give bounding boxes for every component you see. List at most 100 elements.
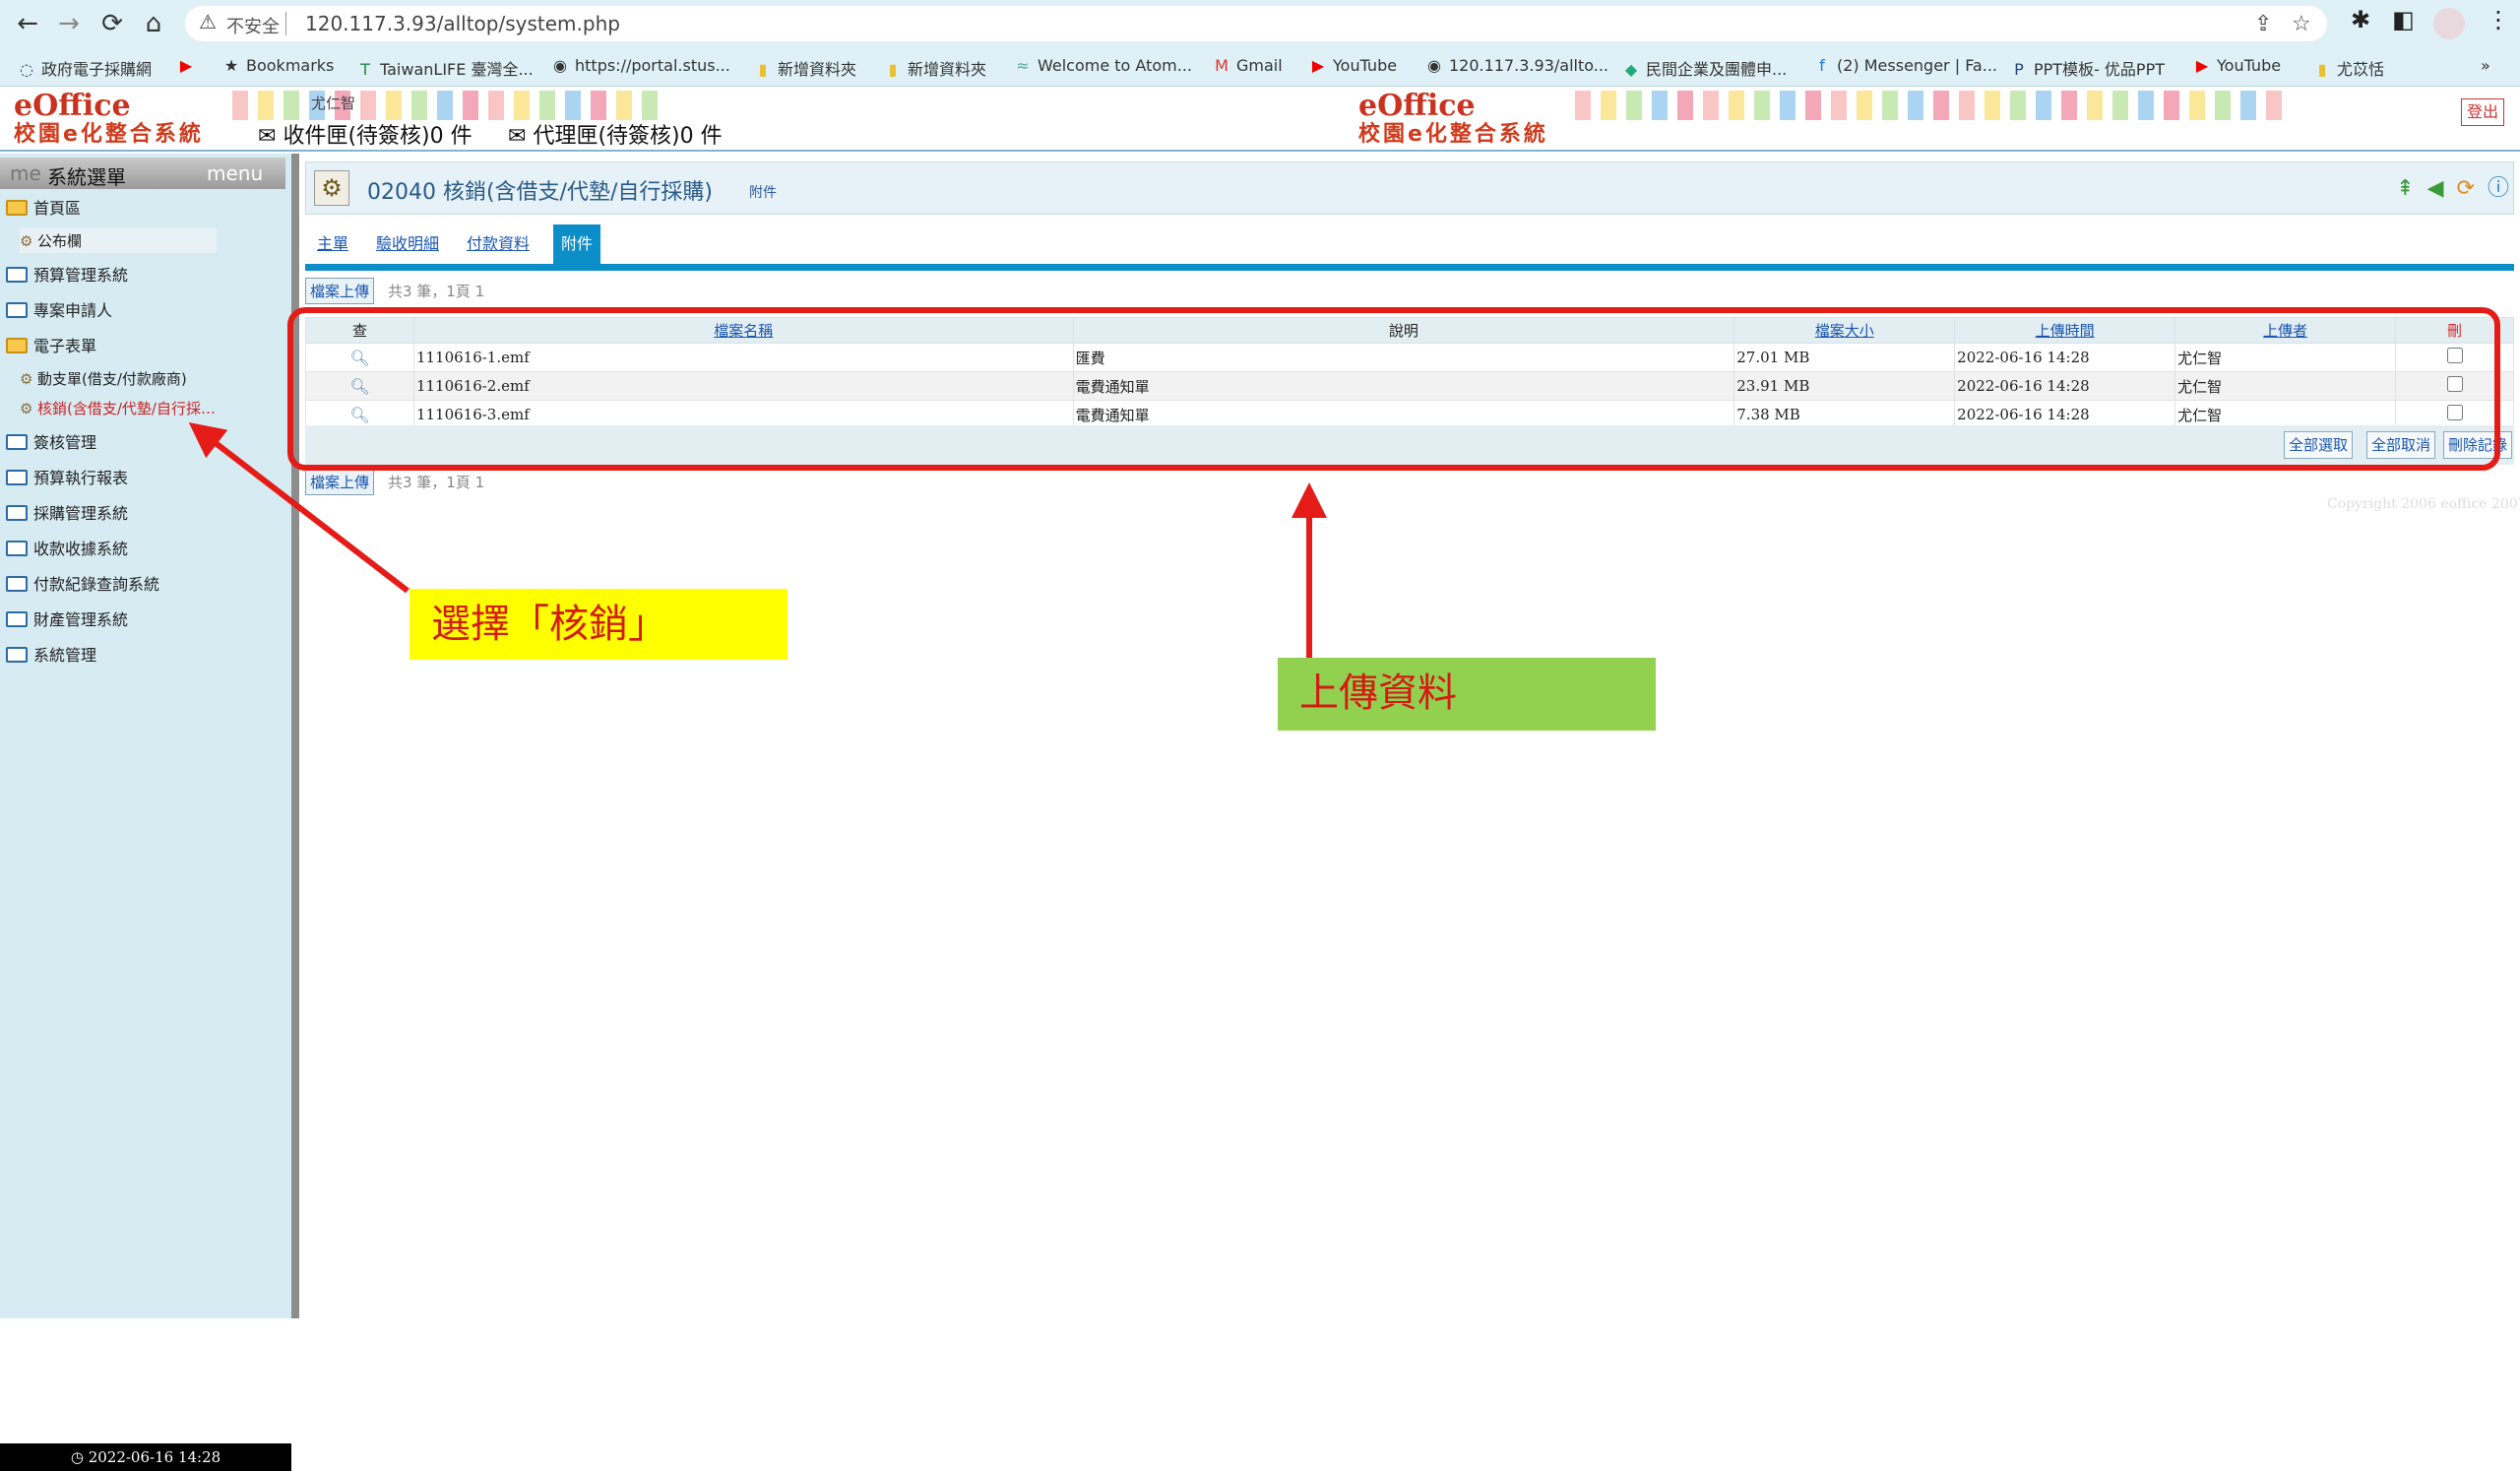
url-text[interactable]: 120.117.3.93/alltop/system.php bbox=[305, 12, 620, 35]
folder-icon bbox=[6, 434, 28, 450]
upload-button[interactable]: 檔案上傳 bbox=[305, 469, 375, 495]
sidebar-item-budget[interactable]: 預算管理系統 bbox=[6, 262, 128, 286]
facebook-icon: f bbox=[1819, 56, 1825, 75]
eoffice-logo-left: eOffice 校園e化整合系統 bbox=[14, 89, 204, 148]
refresh-icon[interactable]: ⟳ bbox=[2457, 176, 2475, 201]
taiwanlife-icon: T bbox=[360, 60, 370, 79]
bookmark-item[interactable]: T TaiwanLIFE 臺灣全... bbox=[356, 56, 534, 80]
home-icon[interactable]: ⌂ bbox=[136, 6, 171, 41]
color-stripe bbox=[232, 91, 667, 120]
envelope-icon: ✉ bbox=[508, 124, 527, 149]
sidebar-item-assets[interactable]: 財產管理系統 bbox=[6, 607, 128, 630]
tab-attachments[interactable]: 附件 bbox=[553, 224, 601, 264]
folder-icon: ▮ bbox=[2317, 60, 2327, 79]
profile-avatar[interactable] bbox=[2433, 8, 2465, 39]
folder-icon bbox=[6, 541, 28, 556]
bookmark-item[interactable]: ◉ 120.117.3.93/allto... bbox=[1425, 56, 1608, 75]
gmail-icon: M bbox=[1215, 56, 1228, 75]
annotation-highlight-frame bbox=[287, 307, 2500, 471]
logout-button[interactable]: 登出 bbox=[2461, 98, 2504, 126]
gear-icon: ⚙ bbox=[20, 400, 33, 417]
user-name: 尤仁智 bbox=[311, 95, 356, 112]
sidebar-subitem-expense-form[interactable]: ⚙ 動支單(借支/付款廠商) bbox=[20, 368, 217, 389]
folder-icon: ▮ bbox=[758, 60, 768, 79]
callout-select-settlement: 選擇「核銷」 bbox=[410, 589, 788, 660]
youtube-icon: ▶ bbox=[1311, 56, 1325, 75]
page-title: 02040 核銷(含借支/代墊/自行採購) bbox=[367, 180, 713, 205]
back-arrow-icon[interactable]: ◀ bbox=[2427, 176, 2444, 201]
back-icon[interactable]: ← bbox=[10, 6, 45, 41]
pager-top: 檔案上傳 共3 筆，1頁 1 bbox=[305, 278, 1634, 305]
youtube-icon: ▶ bbox=[2195, 56, 2209, 75]
sidebar-subitem-settlement[interactable]: ⚙ 核銷(含借支/代墊/自行採購) bbox=[20, 398, 217, 418]
bookmark-item[interactable]: ◉ https://portal.stus... bbox=[551, 56, 730, 75]
browser-menu-icon[interactable]: ⋮ bbox=[2487, 6, 2510, 33]
bookmark-item[interactable]: ≈ Welcome to Atom... bbox=[1014, 56, 1192, 75]
bookmark-item[interactable]: ▮ 尤苡恬 bbox=[2313, 56, 2384, 80]
folder-icon: ▮ bbox=[888, 60, 898, 79]
tab-bar: 主單 驗收明細 付款資料 附件 bbox=[305, 224, 2514, 266]
sidebar-item-approval[interactable]: 簽核管理 bbox=[6, 429, 96, 453]
pager-info: 共3 筆，1頁 1 bbox=[388, 283, 485, 300]
star-icon[interactable]: ☆ bbox=[2292, 12, 2311, 36]
sidebar-item-home[interactable]: 首頁區 bbox=[6, 195, 81, 219]
sidebar-item-receipts[interactable]: 收款收據系統 bbox=[6, 536, 128, 559]
address-bar[interactable]: ⚠ 不安全 120.117.3.93/alltop/system.php ⇪ ☆ bbox=[185, 6, 2327, 41]
insecure-label: 不安全 bbox=[226, 17, 280, 37]
page-subtitle: 附件 bbox=[749, 185, 777, 201]
bookmarks-bar: ◌ 政府電子採購網 ▶ ★ Bookmarks T TaiwanLIFE 臺灣全...… bbox=[0, 47, 2520, 87]
eoffice-header: eOffice 校園e化整合系統 尤仁智 ✉ 收件匣(待簽核)0 件 ✉ 代理匣… bbox=[0, 87, 2520, 152]
folder-icon bbox=[6, 470, 28, 485]
bookmarks-overflow[interactable]: » bbox=[2481, 56, 2490, 75]
folder-icon bbox=[6, 302, 28, 318]
sidebar-item-budget-report[interactable]: 預算執行報表 bbox=[6, 465, 128, 488]
bookmark-item[interactable]: ★ Bookmarks bbox=[222, 56, 335, 75]
eoffice-logo-right: eOffice 校園e化整合系統 bbox=[1358, 89, 1548, 148]
gear-icon: ⚙ bbox=[20, 232, 33, 250]
bookmark-item[interactable]: ▶ YouTube bbox=[2193, 56, 2281, 75]
folder-open-icon bbox=[6, 338, 28, 353]
bookmark-item[interactable]: ▶ bbox=[177, 56, 201, 75]
bookmark-item[interactable]: f (2) Messenger | Fa... bbox=[1813, 56, 1997, 75]
sidebar-clock: ◷ 2022-06-16 14:28 bbox=[0, 1443, 291, 1471]
sidebar-item-system-admin[interactable]: 系統管理 bbox=[6, 642, 96, 666]
bookmark-item[interactable]: ▮ 新增資料夾 bbox=[754, 56, 856, 80]
inbox-link[interactable]: ✉ 收件匣(待簽核)0 件 bbox=[258, 118, 472, 150]
ppt-icon: P bbox=[2014, 60, 2024, 79]
star-icon: ★ bbox=[223, 56, 239, 75]
browser-toolbar: ← → ⟳ ⌂ ⚠ 不安全 120.117.3.93/alltop/system… bbox=[0, 0, 2520, 47]
sidebar-item-e-forms[interactable]: 電子表單 bbox=[6, 333, 96, 356]
share-icon[interactable]: ⇪ bbox=[2254, 12, 2272, 36]
upload-top-icon[interactable]: ⇞ bbox=[2396, 176, 2414, 201]
reload-icon[interactable]: ⟳ bbox=[94, 6, 130, 41]
sidebar-item-project-applicant[interactable]: 專案申請人 bbox=[6, 297, 112, 321]
tab-underline bbox=[305, 264, 2514, 271]
forward-icon[interactable]: → bbox=[51, 6, 87, 41]
tab-main[interactable]: 主單 bbox=[309, 224, 356, 264]
warning-icon: ⚠ bbox=[199, 10, 217, 33]
sidebar-subitem-announcements[interactable]: ⚙ 公布欄 bbox=[20, 228, 217, 253]
globe-icon: ◉ bbox=[553, 56, 567, 75]
bookmark-item[interactable]: ▶ YouTube bbox=[1309, 56, 1397, 75]
bookmark-item[interactable]: ◆ 民間企業及團體申... bbox=[1622, 56, 1787, 80]
bookmark-item[interactable]: ▮ 新增資料夾 bbox=[884, 56, 986, 80]
clock-icon: ◷ bbox=[70, 1448, 84, 1466]
tab-acceptance[interactable]: 驗收明細 bbox=[368, 224, 447, 264]
upload-button[interactable]: 檔案上傳 bbox=[305, 278, 375, 304]
folder-icon bbox=[6, 576, 28, 592]
folder-icon bbox=[6, 267, 28, 283]
sidepanel-icon[interactable]: ◧ bbox=[2392, 6, 2415, 33]
sidebar-item-procurement[interactable]: 採購管理系統 bbox=[6, 500, 128, 524]
bookmark-item[interactable]: P PPT模板- 优品PPT bbox=[2010, 56, 2165, 80]
tab-payment[interactable]: 付款資料 bbox=[459, 224, 537, 264]
bookmark-item[interactable]: ◌ 政府電子採購網 bbox=[18, 56, 152, 80]
callout-upload-data: 上傳資料 bbox=[1278, 658, 1656, 731]
folder-open-icon bbox=[6, 200, 28, 216]
menu-toggle[interactable]: menu bbox=[207, 161, 263, 185]
help-icon[interactable]: ⓘ bbox=[2488, 176, 2509, 201]
bookmark-item[interactable]: M Gmail bbox=[1213, 56, 1283, 75]
sidebar-item-payment-records[interactable]: 付款紀錄查詢系統 bbox=[6, 571, 159, 595]
extensions-icon[interactable]: ✱ bbox=[2351, 6, 2370, 33]
gear-icon: ⚙ bbox=[20, 370, 33, 388]
proxy-inbox-link[interactable]: ✉ 代理匣(待簽核)0 件 bbox=[508, 118, 723, 150]
